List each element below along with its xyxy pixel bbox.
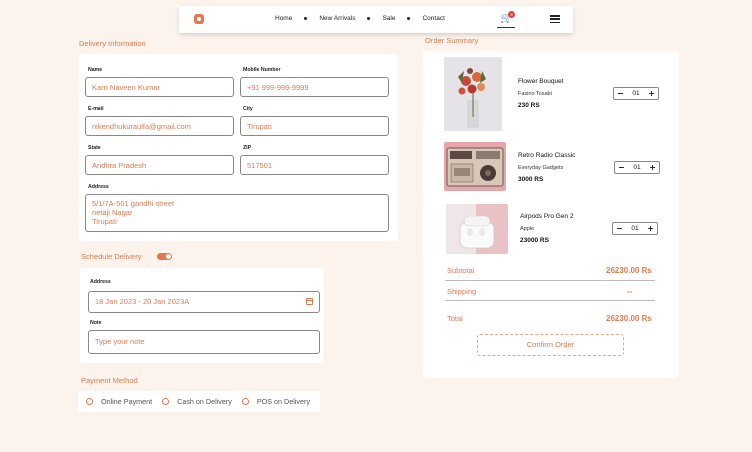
minus-icon[interactable]: − [617,89,624,98]
zip-label: ZIP [243,145,252,151]
name-label: Name [88,67,103,73]
delivery-card: Name Karri Naveen Kumar Mobile Number +9… [79,54,398,241]
cart-button[interactable]: 🛒 4 [497,11,515,28]
product-brand: Fasino Tosabi [518,91,552,97]
plus-icon[interactable]: + [648,89,655,98]
order-summary-title: Order Summary [425,36,479,45]
mobile-field[interactable]: +91 999-999-9999 [240,77,389,97]
subtotal-label: Subtotal [447,266,475,275]
nav-sale[interactable]: Sale [382,15,395,22]
product-name: Retro Radio Classic [518,152,576,159]
calendar-icon[interactable] [306,298,313,305]
payment-options: Online Payment Cash on Delivery POS on D… [78,391,320,412]
nav-separator [304,17,308,20]
shipping-label: Shipping [447,287,477,296]
schedule-toggle[interactable] [157,253,172,260]
email-label: E-mail [88,106,104,112]
nav-separator [367,17,371,20]
note-placeholder: Type your note [95,337,145,346]
email-field[interactable]: nikendhukuraulfa@gmail.com [85,116,234,136]
product-price: 230 RS [518,102,540,109]
city-label: City [243,106,253,112]
total-label: Total [447,314,463,323]
city-field[interactable]: Tirupati [240,116,389,136]
product-price: 3000 RS [518,176,544,183]
logo-icon[interactable] [194,14,204,24]
quantity-stepper: − 01 + [613,87,659,100]
address-label: Address [88,184,109,190]
plus-icon[interactable]: + [649,163,656,172]
mobile-label: Mobile Number [243,67,281,73]
radio-icon[interactable] [86,398,93,405]
quantity-value: 01 [631,225,639,232]
quantity-value: 01 [632,90,640,97]
address-line: 5/1/7A-501 gandhi street [92,199,175,208]
shipping-value: -- [627,287,633,296]
radio-icon[interactable] [241,398,249,405]
confirm-order-button[interactable]: Confirm Order [477,334,624,356]
payment-option-label: Cash on Delivery [177,397,232,406]
schedule-card: Address 18 Jan 2023 - 20 Jan 2023A Note … [80,268,324,363]
zip-field[interactable]: 517501 [240,155,389,175]
nav-new-arrivals[interactable]: New Arrivals [319,15,355,22]
state-field[interactable]: Andhra Pradesh [85,155,234,175]
quantity-stepper: − 01 + [612,222,658,235]
product-name: Airpods Pro Gen 2 [520,213,574,220]
date-range-field[interactable]: 18 Jan 2023 - 20 Jan 2023A [88,291,320,313]
nav-separator [407,17,411,20]
product-price: 23000 RS [520,237,549,244]
nav-home[interactable]: Home [275,15,292,22]
delivery-title: Delivery Information [79,39,146,48]
quantity-value: 01 [633,164,641,171]
product-image-flower-bouquet [444,57,502,131]
nav-contact[interactable]: Contact [422,15,444,22]
product-name: Flower Bouquet [518,78,564,85]
schedule-title: Schedule Delivery [81,252,142,261]
product-image-airpods [446,204,508,254]
schedule-address-label: Address [90,279,111,285]
address-line: Tirupati [92,217,117,226]
total-value: 26230.00 Rs [606,314,652,323]
payment-option-label: POS on Delivery [256,397,311,406]
cart-count-badge: 4 [508,11,515,18]
date-range-value: 18 Jan 2023 - 20 Jan 2023A [95,297,190,306]
note-field[interactable]: Type your note [88,330,320,354]
address-textarea[interactable]: 5/1/7A-501 gandhi street netaji Nagar Ti… [85,194,389,232]
divider [445,300,655,301]
product-brand: Apple [520,226,535,232]
plus-icon[interactable]: + [647,224,654,233]
quantity-stepper: − 01 + [614,161,660,174]
payment-option-pos[interactable]: POS on Delivery [241,397,311,406]
minus-icon[interactable]: − [616,224,623,233]
payment-title: Payment Method [81,376,138,385]
state-label: State [88,145,101,151]
payment-option-online[interactable]: Online Payment [86,397,152,406]
hamburger-menu-icon[interactable] [550,15,560,23]
note-label: Note [90,320,102,326]
minus-icon[interactable]: − [618,163,625,172]
divider [445,280,655,281]
address-line: netaji Nagar [92,208,133,217]
product-image-retro-radio [444,142,506,191]
payment-option-cod[interactable]: Cash on Delivery [162,397,232,406]
navbar: Home New Arrivals Sale Contact 🛒 4 [179,6,573,33]
subtotal-value: 26230.00 Rs [606,266,652,275]
payment-option-label: Online Payment [101,397,153,406]
name-field[interactable]: Karri Naveen Kumar [85,77,234,97]
nav-links: Home New Arrivals Sale Contact [275,15,445,22]
product-brand: Everyday Gadgets [518,165,564,171]
radio-icon[interactable] [162,398,170,405]
